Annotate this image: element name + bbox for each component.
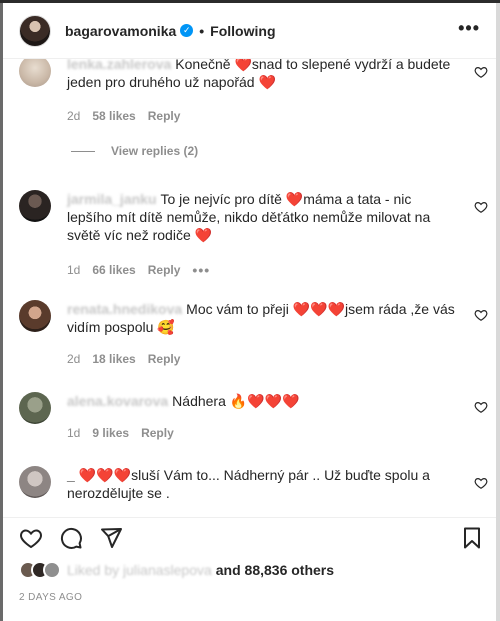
comment-username[interactable]: jarmila_janku	[67, 191, 157, 207]
comment-text: Nádhera 🔥❤️❤️❤️	[172, 393, 300, 409]
comment-avatar[interactable]	[19, 300, 51, 332]
comment-reply-button[interactable]: Reply	[141, 426, 174, 440]
likes-summary[interactable]: Liked by julianaslepova and 88,836 other…	[19, 560, 334, 580]
comment-age: 2d	[67, 109, 81, 123]
comment-meta: 1d 66 likes Reply •••	[67, 262, 210, 278]
view-replies-label: View replies (2)	[111, 144, 199, 158]
post-actions-bar	[3, 517, 496, 557]
liked-by-label[interactable]: Liked by julianaslepova	[67, 562, 212, 578]
more-options-icon[interactable]: •••	[458, 19, 480, 37]
comment-like-heart-icon[interactable]	[474, 65, 488, 79]
post-timestamp[interactable]: 2 DAYS AGO	[19, 592, 82, 603]
comment-reply-button[interactable]: Reply	[148, 263, 181, 277]
comment-like-heart-icon[interactable]	[474, 308, 488, 322]
comment-options-icon[interactable]: •••	[192, 262, 210, 278]
verified-badge-icon: ✓	[180, 24, 194, 37]
comment-text-block: _ ❤️❤️❤️sluší Vám to... Nádherný pár .. U…	[67, 466, 459, 502]
comment-meta: 2d 18 likes Reply	[67, 352, 180, 366]
comment-avatar[interactable]	[19, 392, 51, 424]
comment-text-block: jarmila_janku To je nejvíc pro dítě ❤️mám…	[67, 190, 459, 244]
separator-dot: •	[199, 22, 205, 39]
comment-likes[interactable]: 9 likes	[92, 426, 129, 440]
comment-username[interactable]: _	[67, 467, 75, 483]
comment-meta: 1d 9 likes Reply	[67, 426, 174, 440]
following-button[interactable]: Following	[210, 23, 275, 39]
comment-avatar[interactable]	[19, 59, 51, 87]
send-icon[interactable]	[99, 526, 123, 550]
bookmark-icon[interactable]	[460, 526, 484, 550]
author-username[interactable]: bagarovamonika	[65, 23, 176, 39]
post-header: bagarovamonika ✓ • Following •••	[3, 3, 496, 59]
comments-list[interactable]: lenka.zahlerova Konečně ❤️snad to slepené…	[3, 59, 496, 517]
author-avatar[interactable]	[19, 14, 51, 47]
comment-username[interactable]: alena.kovarova	[67, 393, 168, 409]
comment-age: 1d	[67, 426, 81, 440]
replies-line	[71, 150, 95, 152]
comment-likes[interactable]: 18 likes	[92, 352, 135, 366]
comment-meta: 2d 58 likes Reply	[67, 109, 180, 123]
comment-text-block: lenka.zahlerova Konečně ❤️snad to slepené…	[67, 59, 459, 91]
view-replies-button[interactable]: View replies (2)	[71, 144, 198, 158]
comment-avatar[interactable]	[19, 466, 51, 498]
comment-likes[interactable]: 66 likes	[92, 263, 135, 277]
comment-like-heart-icon[interactable]	[474, 476, 488, 490]
comment-reply-button[interactable]: Reply	[148, 109, 181, 123]
comment-icon[interactable]	[59, 526, 83, 550]
comment-username[interactable]: renata.hnedikova	[67, 301, 182, 317]
comment-like-heart-icon[interactable]	[474, 400, 488, 414]
heart-icon[interactable]	[19, 526, 43, 550]
comment-text-block: alena.kovarova Nádhera 🔥❤️❤️❤️	[67, 392, 459, 410]
comment-like-heart-icon[interactable]	[474, 200, 488, 214]
comment-likes[interactable]: 58 likes	[92, 109, 135, 123]
likes-count[interactable]: and 88,836 others	[216, 562, 334, 578]
comment-age: 2d	[67, 352, 81, 366]
comment-text: ❤️❤️❤️sluší Vám to... Nádherný pár .. Už…	[67, 467, 430, 501]
comment-text-block: renata.hnedikova Moc vám to přeji ❤️❤️❤️j…	[67, 300, 459, 336]
comment-username[interactable]: lenka.zahlerova	[67, 59, 171, 72]
comment-age: 1d	[67, 263, 81, 277]
liker-avatar[interactable]	[43, 561, 61, 579]
comment-reply-button[interactable]: Reply	[148, 352, 181, 366]
comment-avatar[interactable]	[19, 190, 51, 222]
